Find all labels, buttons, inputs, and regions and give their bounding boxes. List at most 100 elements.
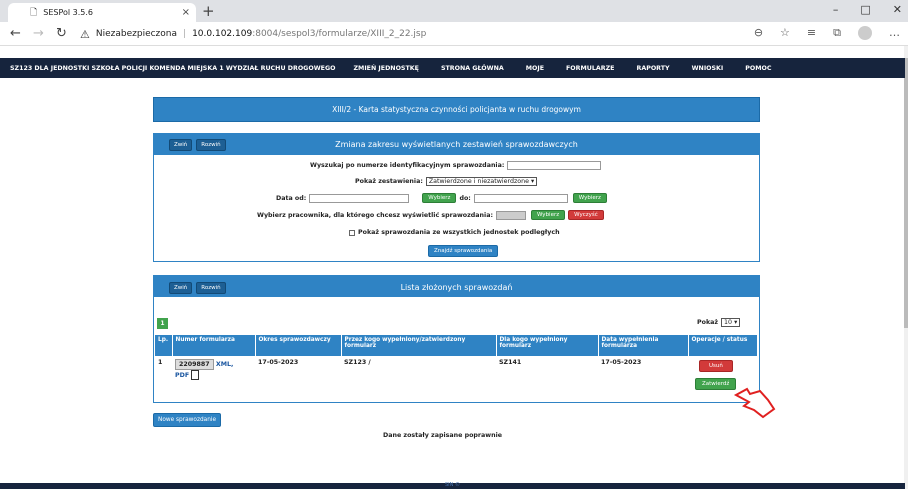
page-footer: SIN ©: [0, 482, 905, 489]
nav-change-unit[interactable]: ZMIEŃ JEDNOSTKĘ: [353, 65, 418, 72]
pager-page-1[interactable]: 1: [157, 318, 168, 329]
back-icon[interactable]: ←: [10, 26, 21, 41]
scrollbar-thumb[interactable]: [904, 58, 908, 328]
profile-avatar[interactable]: [858, 26, 872, 40]
table-header-row: Lp. Numer formularza Okres sprawozdawczy…: [155, 335, 758, 356]
more-icon[interactable]: …: [889, 26, 900, 40]
minimize-button[interactable]: –: [833, 3, 839, 16]
window-controls: – □ ✕: [833, 3, 902, 16]
list-panel-header: Zwiń Rozwiń Lista złożonych sprawozdań: [154, 276, 759, 297]
find-reports-button[interactable]: Znajdź sprawozdania: [428, 245, 499, 257]
page-title: XIII/2 - Karta statystyczna czynności po…: [153, 97, 760, 122]
list-collapse-button[interactable]: Zwiń: [169, 282, 193, 294]
expand-button[interactable]: Rozwiń: [196, 139, 226, 151]
search-label: Wyszukaj po numerze identyfikacyjnym spr…: [310, 162, 505, 169]
cell-lp: 1: [158, 359, 163, 366]
collapse-button[interactable]: Zwiń: [169, 139, 193, 151]
browser-tab-bar: 🗋 SESPol 3.5.6 × + – □ ✕: [0, 0, 908, 22]
page-scrollbar[interactable]: [904, 46, 908, 489]
employee-clear-button[interactable]: Wyczyść: [568, 210, 604, 220]
date-to-label: do:: [459, 194, 471, 202]
col-filled-for: Dla kogo wypełniony formularz: [496, 335, 599, 356]
date-row: Data od: Wybierz do: Wybierz: [276, 193, 607, 203]
new-tab-button[interactable]: +: [202, 2, 215, 20]
subunits-label: Pokaż sprawozdania ze wszystkich jednost…: [358, 229, 560, 236]
show-row: Pokaż zestawienia: Zatwierdzone i niezat…: [355, 177, 538, 186]
employee-choose-button[interactable]: Wybierz: [530, 210, 566, 220]
browser-tab[interactable]: 🗋 SESPol 3.5.6 ×: [8, 3, 196, 22]
date-from-input[interactable]: [309, 193, 410, 203]
show-select-value: Zatwierdzone i niezatwierdzone: [428, 178, 530, 185]
xml-link[interactable]: XML,: [216, 361, 234, 368]
favorites-list-icon[interactable]: ≡: [807, 26, 816, 40]
nav-home[interactable]: STRONA GŁÓWNA: [441, 65, 504, 72]
pdf-link[interactable]: PDF: [175, 372, 189, 379]
collections-icon[interactable]: ⧉: [833, 26, 841, 40]
col-date: Data wypełnienia formularza: [598, 335, 689, 356]
form-number: 2209887: [175, 359, 214, 370]
maximize-button[interactable]: □: [860, 3, 870, 16]
col-lp: Lp.: [155, 335, 173, 356]
show-select[interactable]: Zatwierdzone i niezatwierdzone ▾: [425, 177, 538, 186]
security-label: Niezabezpieczona: [95, 29, 178, 39]
nav-forms[interactable]: FORMULARZE: [566, 65, 614, 72]
filter-panel-header: Zwiń Rozwiń Zmiana zakresu wyświetlanych…: [154, 134, 759, 155]
employee-input[interactable]: [495, 210, 526, 220]
find-row: Znajdź sprawozdania: [428, 245, 499, 257]
filter-panel-title: Zmiana zakresu wyświetlanych zestawień s…: [335, 140, 578, 149]
pdf-document-icon[interactable]: [191, 370, 200, 380]
url-separator: |: [183, 29, 187, 39]
date-to-input[interactable]: [473, 193, 568, 203]
tab-title: SESPol 3.5.6: [43, 8, 94, 17]
employee-label: Wybierz pracownika, dla którego chcesz w…: [257, 211, 493, 219]
col-form-number: Numer formularza: [172, 335, 256, 356]
cell-filled-by: SZ123 /: [344, 359, 371, 366]
date-to-choose-button[interactable]: Wybierz: [572, 193, 607, 203]
col-period: Okres sprawozdawczy: [255, 335, 342, 356]
nav-help[interactable]: POMOC: [745, 65, 771, 72]
browser-toolbar-icons: ⊖ ☆ ≡ ⧉ …: [754, 26, 900, 40]
list-expand-button[interactable]: Rozwiń: [196, 282, 226, 294]
address-bar[interactable]: ⚠ Niezabezpieczona | 10.0.102.109 :8004/…: [80, 25, 790, 43]
status-message: Dane zostały zapisane poprawnie: [383, 432, 503, 439]
close-window-button[interactable]: ✕: [893, 3, 902, 16]
nav-mine[interactable]: MOJE: [526, 65, 544, 72]
page-size-control: Pokaż 10 ▾: [697, 318, 741, 327]
show-label: Pokaż zestawienia:: [355, 178, 423, 185]
cell-date: 17-05-2023: [601, 359, 642, 366]
col-operations: Operacje / status: [688, 335, 758, 356]
chevron-down-icon: ▾: [531, 178, 535, 185]
cell-period: 17-05-2023: [258, 359, 299, 366]
address-row: ← → ↻ ⚠ Niezabezpieczona | 10.0.102.109 …: [0, 22, 908, 46]
page-icon: 🗋: [30, 7, 38, 18]
url-host: 10.0.102.109: [192, 29, 253, 39]
zoom-icon[interactable]: ⊖: [754, 26, 763, 40]
nav-requests[interactable]: WNIOSKI: [692, 65, 724, 72]
date-from-label: Data od:: [276, 194, 307, 202]
reports-table: Lp. Numer formularza Okres sprawozdawczy…: [155, 335, 758, 393]
reload-icon[interactable]: ↻: [56, 26, 67, 41]
app-top-nav: SZ123 DLA JEDNOSTKI SZKOŁA POLICJI KOMEN…: [0, 58, 905, 78]
employee-row: Wybierz pracownika, dla którego chcesz w…: [257, 210, 604, 220]
forward-icon[interactable]: →: [33, 26, 44, 41]
favorite-icon[interactable]: ☆: [780, 26, 790, 40]
page-size-value: 10: [724, 319, 733, 326]
search-input[interactable]: [507, 161, 602, 170]
list-panel-title: Lista złożonych sprawozdań: [400, 283, 513, 292]
approve-button[interactable]: Zatwierdź: [695, 378, 737, 390]
new-report-button[interactable]: Nowe sprawozdanie: [153, 413, 222, 427]
chevron-down-icon: ▾: [734, 319, 738, 326]
unit-label: SZ123 DLA JEDNOSTKI SZKOŁA POLICJI KOMEN…: [10, 64, 336, 72]
date-from-choose-button[interactable]: Wybierz: [422, 193, 457, 203]
delete-button[interactable]: Usuń: [699, 360, 733, 372]
subunits-checkbox[interactable]: [349, 229, 355, 236]
subunits-row: Pokaż sprawozdania ze wszystkich jednost…: [349, 229, 560, 236]
tab-close-icon[interactable]: ×: [182, 7, 190, 18]
table-row: 1 2209887 XML, PDF 17-05-2023 SZ123 / SZ…: [155, 356, 758, 393]
url-path: :8004/sespol3/formularze/XIII_2_22.jsp: [252, 29, 427, 39]
footer-text: SIN ©: [445, 482, 460, 488]
page-size-select[interactable]: 10 ▾: [721, 318, 741, 327]
nav-reports[interactable]: RAPORTY: [636, 65, 669, 72]
hand-cursor-icon: [733, 387, 776, 419]
warning-icon: ⚠: [80, 27, 90, 41]
